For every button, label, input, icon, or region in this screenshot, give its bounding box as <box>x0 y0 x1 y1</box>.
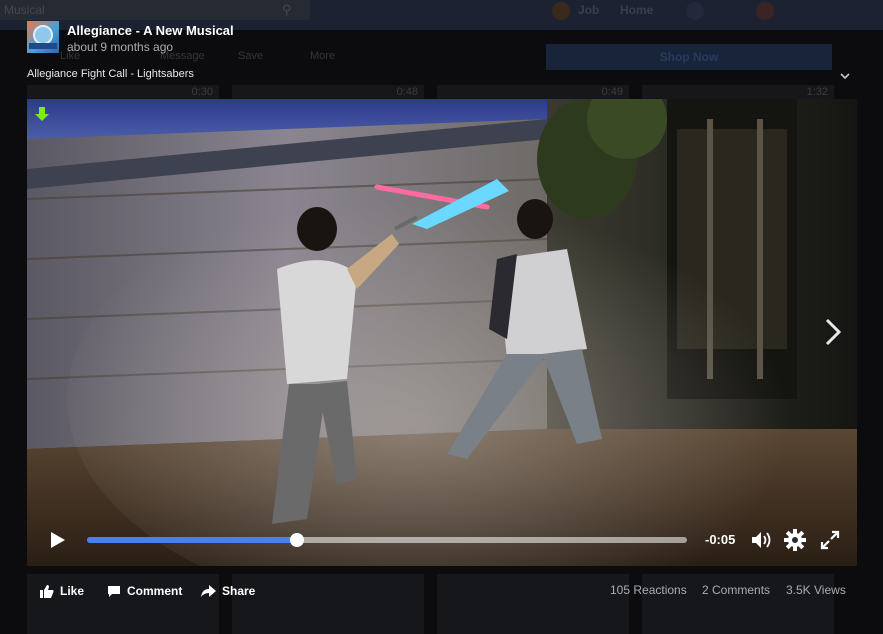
background-more-label: More <box>310 50 336 62</box>
background-save-label: Save <box>238 50 264 62</box>
background-notifications-icon <box>756 2 774 20</box>
video-player[interactable]: -0:05 <box>27 99 857 566</box>
reactions-count[interactable]: 105 Reactions <box>610 583 687 597</box>
gear-icon[interactable] <box>784 529 806 551</box>
thumbs-up-icon <box>40 584 54 598</box>
background-thumbnail-duration: 0:49 <box>601 86 623 98</box>
search-icon: ⚲ <box>282 2 292 17</box>
share-icon <box>201 584 216 597</box>
background-avatar <box>552 2 570 20</box>
avatar-ribbon-graphic <box>29 43 57 49</box>
time-remaining: -0:05 <box>705 532 736 547</box>
background-friends-icon <box>686 2 704 20</box>
like-label: Like <box>60 584 85 598</box>
background-thumbnail-duration: 0:48 <box>396 86 418 98</box>
background-thumbnail: 0:49 <box>437 85 629 99</box>
background-nav-home: Home <box>620 3 654 17</box>
comment-button[interactable]: Comment <box>107 584 182 598</box>
page-avatar[interactable] <box>27 21 59 53</box>
background-shop-now-button: Shop Now <box>546 44 832 70</box>
comment-icon <box>108 585 120 597</box>
share-button[interactable]: Share <box>201 584 255 598</box>
background-thumbnail: 1:32 <box>642 85 834 99</box>
progress-scrubber[interactable] <box>290 533 304 547</box>
post-timestamp[interactable]: about 9 months ago <box>67 40 173 54</box>
share-label: Share <box>222 584 256 598</box>
comments-count[interactable]: 2 Comments <box>702 583 770 597</box>
video-frame <box>27 99 857 566</box>
background-thumbnail <box>27 574 219 634</box>
background-thumbnail <box>437 574 629 634</box>
download-icon[interactable] <box>35 107 49 123</box>
chevron-down-icon[interactable] <box>838 69 852 83</box>
play-icon[interactable] <box>49 531 67 549</box>
chevron-right-icon[interactable] <box>822 317 844 347</box>
video-controls: -0:05 <box>27 521 857 561</box>
views-count: 3.5K Views <box>786 583 846 597</box>
avatar-badge-graphic <box>33 25 53 45</box>
video-title: Allegiance Fight Call - Lightsabers <box>27 68 194 80</box>
background-thumbnail: 0:30 <box>27 85 219 99</box>
background-thumbnail-duration: 1:32 <box>806 86 828 98</box>
background-thumbnail <box>232 574 424 634</box>
comment-label: Comment <box>127 584 183 598</box>
progress-fill <box>87 537 297 543</box>
progress-bar[interactable] <box>87 533 687 547</box>
background-nav-job: Job <box>578 3 600 17</box>
background-thumbnail: 0:48 <box>232 85 424 99</box>
like-button[interactable]: Like <box>40 584 84 598</box>
fullscreen-icon[interactable] <box>820 530 840 550</box>
volume-icon[interactable] <box>751 530 773 550</box>
page-name-link[interactable]: Allegiance - A New Musical <box>67 23 234 38</box>
background-search-input: Musical <box>0 0 310 20</box>
background-thumbnail-duration: 0:30 <box>191 86 213 98</box>
